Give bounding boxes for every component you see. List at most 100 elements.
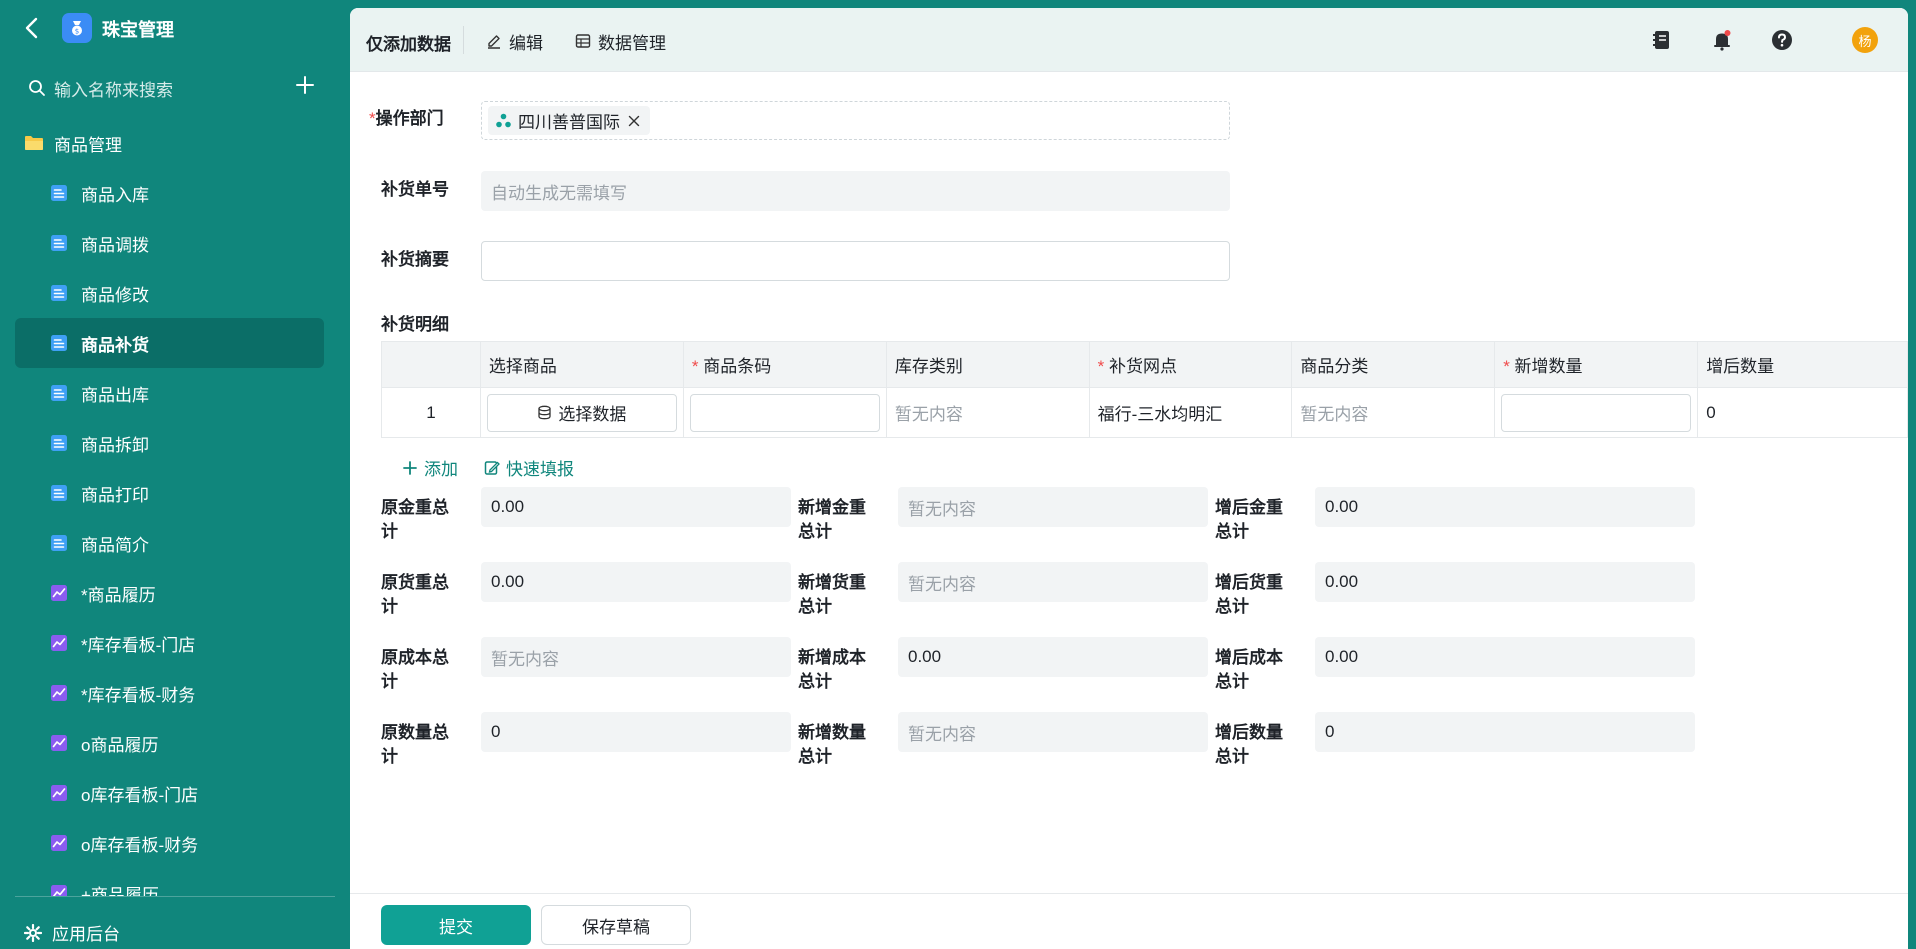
sidebar-item-label: *商品履历 [81,585,156,605]
app-title: 珠宝管理 [102,20,174,40]
total-label-line: 总计 [798,597,832,616]
sidebar-item[interactable]: *商品履历 [15,568,324,618]
sidebar-item[interactable]: 商品拆卸 [15,418,324,468]
quick-fill-button[interactable]: 快速填报 [484,455,574,480]
doc-icon [50,384,68,402]
total-field-label: 新增数量 总计 [798,721,866,769]
add-qty-cell [1494,387,1699,438]
sidebar-footer-admin[interactable]: 应用后台 [24,920,120,945]
add-row-label: 添加 [424,460,458,479]
add-row-button[interactable]: 添加 [402,455,458,480]
required-mark: * [369,109,376,128]
chart-icon [50,734,68,752]
sidebar-folder-goods[interactable]: 商品管理 [24,128,122,158]
pencil-icon [488,35,500,49]
sidebar-item[interactable]: *库存看板-财务 [15,668,324,718]
sidebar-item[interactable]: o库存看板-门店 [15,768,324,818]
sidebar-item-label: o库存看板-门店 [81,785,199,805]
sidebar-item[interactable]: 商品出库 [15,368,324,418]
search-icon [29,80,45,96]
sidebar-item[interactable]: 商品简介 [15,518,324,568]
order-no-field: 自动生成无需填写 [481,171,1230,211]
sidebar-item[interactable]: o商品履历 [15,718,324,768]
dept-tag-label: 四川善普国际 [518,113,620,132]
sidebar-item[interactable]: *库存看板-门店 [15,618,324,668]
add-qty-input[interactable] [1501,393,1692,432]
table-column-header: * 新增数量 [1494,341,1699,388]
bell-icon[interactable] [1710,28,1734,52]
sidebar-item[interactable]: 商品调拨 [15,218,324,268]
sidebar-item-label: *库存看板-财务 [81,685,196,705]
outlet-cell[interactable]: 福行-三水均明汇 [1088,387,1293,438]
total-field-label: 原数量总计 [381,721,449,769]
column-header-label: 选择商品 [488,357,557,376]
total-field-value: 0 [1315,712,1695,752]
data-manage-label: 数据管理 [598,33,666,53]
sidebar-item[interactable]: o库存看板-财务 [15,818,324,868]
view-title[interactable]: 仅添加数据 [366,30,451,55]
folder-icon [25,136,43,150]
gear-icon [24,923,42,942]
data-manage-button[interactable]: 数据管理 [575,28,666,54]
table-header-row: 选择商品 * 商品条码 库存类别 * 补货网点 商品分类 * 新增数量 增后数量 [381,341,1908,388]
total-label-line: 总计 [798,747,832,766]
close-icon[interactable] [628,115,640,127]
sidebar-header: $ 珠宝管理 [0,0,350,56]
doc-icon [50,284,68,302]
total-field-label: 增后数量 总计 [1215,721,1283,769]
table-icon [575,34,591,48]
total-label-line: 增后数量 [1215,723,1283,742]
sidebar-item-label: *库存看板-门店 [81,635,196,655]
add-icon[interactable] [293,73,317,97]
help-icon[interactable] [1770,28,1794,52]
row-index: 1 [381,387,481,438]
column-header-label: 增后数量 [1706,357,1775,376]
barcode-input[interactable] [689,393,880,432]
total-label-line: 计 [381,672,398,691]
dept-label-text: 操作部门 [375,109,444,128]
total-field-label: 原金重总计 [381,496,449,544]
dept-field-label: *操作部门 [369,107,444,131]
total-label-line: 增后货重 [1215,573,1283,592]
total-label-line: 新增成本 [798,648,866,667]
submit-button[interactable]: 提交 [381,905,531,945]
total-field-label: 增后成本 总计 [1215,646,1283,694]
dept-select-field[interactable]: 四川善普国际 [481,101,1230,140]
edit-label: 编辑 [509,33,543,53]
sidebar-item[interactable]: 商品打印 [15,468,324,518]
chart-icon [50,784,68,802]
user-avatar[interactable]: 杨 [1852,27,1878,53]
sidebar-search[interactable]: 输入名称来搜索 [28,74,268,102]
column-header-label: 补货网点 [1108,357,1177,376]
table-body: 1 选择数据 暂无内容 福行-三水均明汇 暂无内容 0 [381,387,1908,438]
total-label-line: 计 [381,522,398,541]
sidebar-item[interactable]: 商品入库 [15,168,324,218]
select-data-button[interactable]: 选择数据 [486,393,677,432]
total-label-line: 总计 [798,522,832,541]
sidebar-item[interactable]: 商品补货 [15,318,324,368]
sidebar-item-label: 商品入库 [81,185,149,205]
total-field-value: 0.00 [898,637,1208,677]
total-field-label: 增后金重 总计 [1215,496,1283,544]
back-icon[interactable] [20,14,46,42]
detail-label: 补货明细 [381,315,449,334]
sidebar-item[interactable]: +商品履历 [15,868,324,896]
notebook-icon[interactable] [1650,28,1674,52]
sidebar-item[interactable]: 商品修改 [15,268,324,318]
category-cell: 暂无内容 [1291,387,1496,438]
edit-button[interactable]: 编辑 [486,28,543,54]
total-field-value: 0.00 [1315,637,1695,677]
summary-input[interactable] [481,241,1230,281]
select-goods-cell: 选择数据 [479,387,684,438]
total-field-label: 增后货重 总计 [1215,571,1283,619]
total-label-line: 新增货重 [798,573,866,592]
total-field-value: 0.00 [481,487,791,527]
required-mark: * [691,357,704,376]
sidebar-list-viewport: 商品入库商品调拨 商品修改 商品补货 商品出库 商品拆卸 商品打印 商品简介 *商品履历 *库存… [0,168,350,896]
save-draft-button[interactable]: 保存草稿 [541,905,691,945]
select-data-label: 选择数据 [558,405,627,424]
total-label-line: 计 [381,597,398,616]
total-label-line: 原金重总 [381,498,449,517]
quick-fill-label: 快速填报 [506,460,574,479]
chart-icon [50,634,68,652]
